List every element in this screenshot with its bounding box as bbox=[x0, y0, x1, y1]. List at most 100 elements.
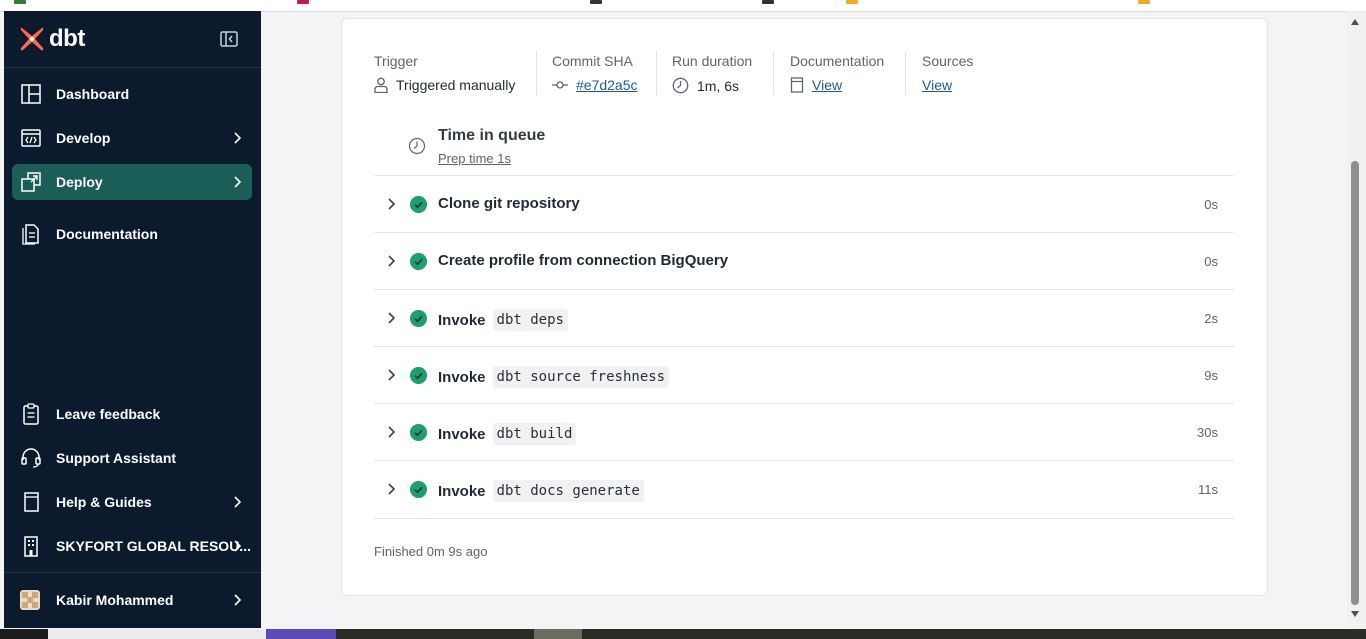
step-duration: 2s bbox=[1204, 311, 1218, 326]
clock-icon bbox=[408, 137, 426, 155]
sidebar-item-organization[interactable]: SKYFORT GLOBAL RESOU... bbox=[12, 528, 252, 564]
duration-label: Run duration bbox=[672, 53, 753, 69]
chevron-right-icon bbox=[234, 496, 242, 508]
step-title-text: Invoke bbox=[438, 311, 486, 329]
run-step[interactable]: Invoke dbt source freshness 9s bbox=[374, 346, 1234, 404]
scroll-down-arrow-icon[interactable] bbox=[1351, 611, 1359, 617]
sidebar-header: dbt bbox=[4, 11, 261, 68]
documentation-view-link[interactable]: View bbox=[812, 77, 842, 93]
bookmark-favicon[interactable] bbox=[1138, 0, 1150, 4]
commit-sha-link[interactable]: #e7d2a5c bbox=[576, 77, 638, 93]
prep-time[interactable]: Prep time 1s bbox=[438, 151, 511, 166]
sidebar-item-user[interactable]: Kabir Mohammed bbox=[12, 582, 252, 618]
book-icon bbox=[790, 77, 804, 93]
commit-value-row: #e7d2a5c bbox=[552, 77, 638, 93]
run-step[interactable]: Clone git repository 0s bbox=[374, 175, 1234, 233]
documentation-icon bbox=[22, 224, 39, 245]
run-step[interactable]: Create profile from connection BigQuery … bbox=[374, 232, 1234, 290]
step-duration: 0s bbox=[1204, 254, 1218, 269]
step-title: Invoke dbt deps bbox=[438, 309, 568, 331]
run-step[interactable]: Invoke dbt build 30s bbox=[374, 403, 1234, 461]
sidebar-item-label: Leave feedback bbox=[56, 406, 161, 422]
meta-divider bbox=[656, 51, 657, 95]
meta-divider bbox=[773, 51, 774, 95]
sidebar-item-label: Develop bbox=[56, 130, 111, 146]
sidebar: dbt Dashboard Develop Deploy Documentati… bbox=[4, 11, 261, 628]
sources-view-link[interactable]: View bbox=[922, 77, 952, 93]
sidebar-item-support-assistant[interactable]: Support Assistant bbox=[12, 440, 252, 476]
chevron-right-icon[interactable] bbox=[386, 368, 396, 382]
sidebar-item-dashboard[interactable]: Dashboard bbox=[12, 76, 252, 112]
step-command: dbt build bbox=[492, 423, 577, 445]
chevron-right-icon bbox=[234, 132, 242, 144]
step-command: dbt source freshness bbox=[492, 366, 670, 388]
trigger-label: Trigger bbox=[374, 53, 418, 69]
run-step[interactable]: Invoke dbt deps 2s bbox=[374, 289, 1234, 347]
dbt-logo-icon[interactable] bbox=[19, 26, 45, 52]
sources-meta: Sources View bbox=[922, 53, 973, 93]
scrollbar-thumb[interactable] bbox=[1351, 161, 1359, 605]
trigger-meta: Trigger Triggered manually bbox=[374, 53, 515, 93]
bookmark-favicon[interactable] bbox=[762, 0, 774, 4]
commit-label: Commit SHA bbox=[552, 53, 633, 69]
bookmark-favicon[interactable] bbox=[297, 0, 309, 4]
taskbar-segment[interactable] bbox=[266, 629, 336, 639]
building-icon bbox=[24, 536, 38, 557]
taskbar-segment[interactable] bbox=[534, 629, 582, 639]
sidebar-item-help-guides[interactable]: Help & Guides bbox=[12, 484, 252, 520]
step-command: dbt deps bbox=[492, 309, 568, 331]
headset-icon bbox=[21, 448, 41, 468]
sidebar-item-deploy[interactable]: Deploy bbox=[12, 164, 252, 200]
meta-divider bbox=[536, 51, 537, 95]
documentation-label: Documentation bbox=[790, 53, 885, 69]
step-duration: 11s bbox=[1198, 482, 1218, 497]
sources-value-row: View bbox=[922, 77, 973, 93]
run-step[interactable]: Invoke dbt docs generate 11s bbox=[374, 460, 1234, 519]
step-title-text: Create profile from connection BigQuery bbox=[438, 252, 729, 269]
sidebar-item-label: SKYFORT GLOBAL RESOU... bbox=[56, 538, 251, 554]
chevron-right-icon[interactable] bbox=[386, 311, 396, 325]
documentation-meta: Documentation View bbox=[790, 53, 884, 93]
step-command: dbt docs generate bbox=[492, 480, 644, 502]
scroll-up-arrow-icon[interactable] bbox=[1351, 19, 1359, 25]
chevron-right-icon bbox=[234, 176, 242, 188]
sidebar-item-leave-feedback[interactable]: Leave feedback bbox=[12, 396, 252, 432]
sidebar-item-develop[interactable]: Develop bbox=[12, 120, 252, 156]
step-title-text: Clone git repository bbox=[438, 195, 580, 212]
step-title-text: Invoke bbox=[438, 368, 486, 386]
bookmark-favicon[interactable] bbox=[846, 0, 858, 4]
taskbar-segment[interactable] bbox=[0, 629, 48, 639]
bookmark-favicon[interactable] bbox=[590, 0, 602, 4]
sidebar-item-label: Deploy bbox=[56, 174, 103, 190]
clock-icon bbox=[672, 77, 689, 94]
collapse-sidebar-icon[interactable] bbox=[219, 30, 239, 48]
step-title: Clone git repository bbox=[438, 195, 580, 212]
taskbar-segment[interactable] bbox=[48, 629, 266, 639]
dashboard-icon bbox=[21, 84, 41, 104]
brand-name: dbt bbox=[49, 25, 85, 52]
success-check-icon bbox=[410, 196, 427, 213]
success-check-icon bbox=[410, 253, 427, 270]
run-details-card: Trigger Triggered manually Commit SHA #e… bbox=[341, 18, 1268, 596]
duration-meta: Run duration 1m, 6s bbox=[672, 53, 752, 94]
time-in-queue: Time in queue Prep time 1s bbox=[374, 123, 1234, 175]
bookmark-favicon[interactable] bbox=[14, 0, 26, 4]
step-title-text: Invoke bbox=[438, 425, 486, 443]
step-duration: 9s bbox=[1204, 368, 1218, 383]
chevron-right-icon[interactable] bbox=[386, 425, 396, 439]
success-check-icon bbox=[410, 367, 427, 384]
page-scrollbar[interactable] bbox=[1347, 11, 1366, 629]
chevron-right-icon[interactable] bbox=[386, 197, 396, 211]
trigger-value-row: Triggered manually bbox=[374, 77, 515, 93]
step-duration: 0s bbox=[1204, 197, 1218, 212]
sources-label: Sources bbox=[922, 53, 974, 69]
chevron-right-icon[interactable] bbox=[386, 482, 396, 496]
commit-meta: Commit SHA #e7d2a5c bbox=[552, 53, 638, 93]
sidebar-item-documentation[interactable]: Documentation bbox=[12, 216, 252, 252]
chevron-right-icon bbox=[234, 594, 242, 606]
user-icon bbox=[374, 77, 388, 93]
step-title: Invoke dbt build bbox=[438, 423, 577, 445]
git-commit-icon bbox=[552, 81, 568, 89]
chevron-right-icon[interactable] bbox=[386, 254, 396, 268]
sidebar-item-label: Dashboard bbox=[56, 86, 130, 102]
